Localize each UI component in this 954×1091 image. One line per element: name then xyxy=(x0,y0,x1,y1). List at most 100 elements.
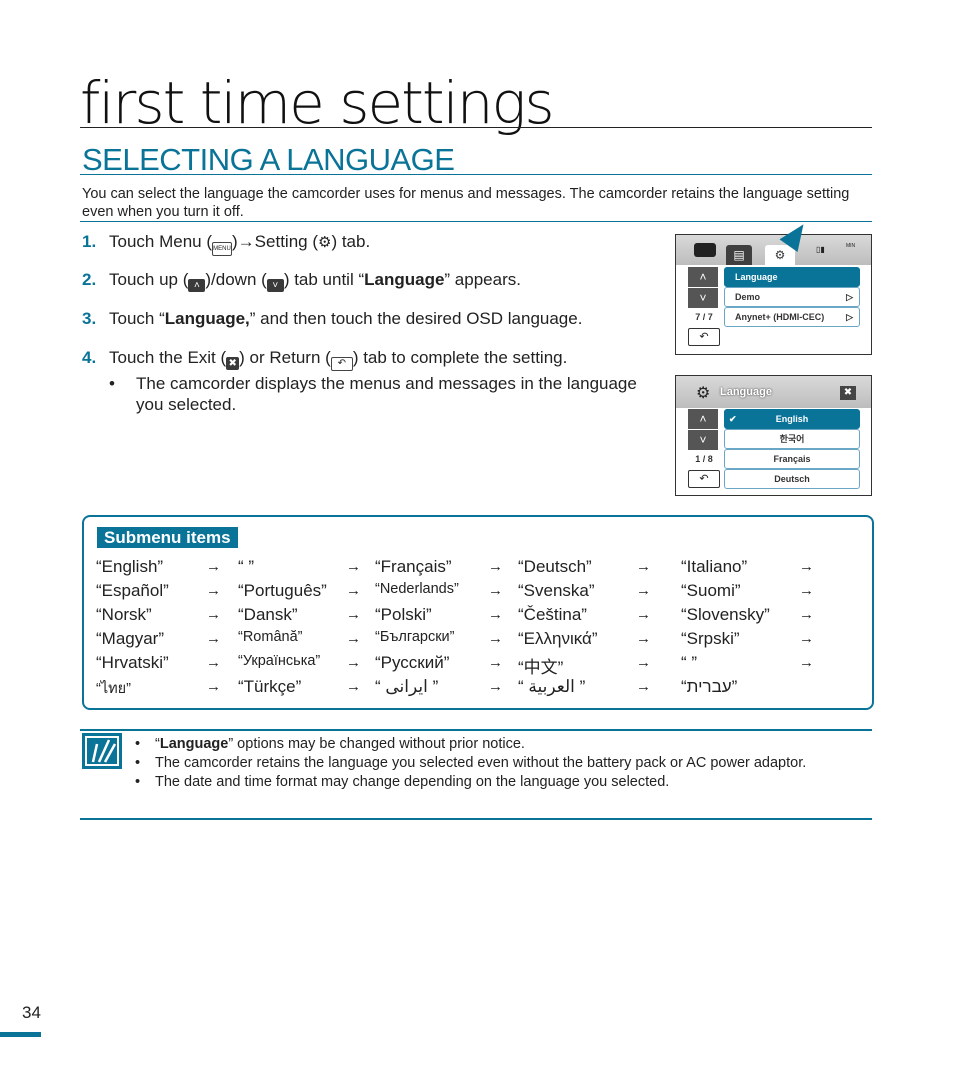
intro-rule xyxy=(80,221,872,222)
bullet-glyph: • xyxy=(135,736,141,752)
arrow-icon: → xyxy=(488,654,503,671)
language-item: “Português” xyxy=(238,581,327,600)
settings-icon: ⚙ xyxy=(696,385,711,402)
arrow-icon: → xyxy=(636,654,651,671)
step-3: 3. Touch “Language,” and then touch the d… xyxy=(82,309,582,329)
bullet-glyph: • xyxy=(135,774,141,790)
note-item: • The camcorder retains the language you … xyxy=(135,754,855,773)
note-rule-bottom xyxy=(80,818,872,820)
menu-icon: MENU xyxy=(212,242,232,256)
language-item: “Български” xyxy=(375,629,455,645)
close-button[interactable]: ✖ xyxy=(840,386,856,400)
language-item: “Suomi” xyxy=(681,581,741,600)
step-text: Setting ( xyxy=(254,232,318,251)
language-item: “Slovensky” xyxy=(681,605,770,624)
play-icon: ▷ xyxy=(846,292,853,302)
return-button[interactable]: ↶ xyxy=(688,328,720,346)
screen-language-menu: ⚙ Language ✖ ˄ ˅ 1 / 8 ↶ ✔ English 한국어 Fr… xyxy=(675,375,872,496)
language-item: “English” xyxy=(96,557,164,576)
arrow-icon: → xyxy=(206,606,221,623)
settings-icon: ⚙ xyxy=(774,248,786,262)
option-label: 한국어 xyxy=(779,434,805,444)
step-text: ” and then touch the desired OSD languag… xyxy=(249,309,583,328)
menu-list-icon: ▤ xyxy=(733,248,745,262)
up-button[interactable]: ˄ xyxy=(688,267,718,287)
down-button[interactable]: ˅ xyxy=(688,430,718,450)
language-option-english[interactable]: ✔ English xyxy=(724,409,860,429)
screen-settings-menu: ▤ ⚙ ▯▮ MIN ˄ ˅ 7 / 7 ↶ Language Demo ▷ An… xyxy=(675,234,872,355)
note-item: • The date and time format may change dep… xyxy=(135,773,855,792)
check-icon: ✔ xyxy=(729,414,737,424)
language-item: “Español” xyxy=(96,581,169,600)
step-bold: Language, xyxy=(164,309,250,328)
language-item: “עברית” xyxy=(681,677,738,696)
language-item: “Čeština” xyxy=(518,605,587,624)
submenu-label: Submenu items xyxy=(97,527,238,548)
arrow-icon: → xyxy=(636,606,651,623)
step-number: 1. xyxy=(82,232,97,251)
up-button[interactable]: ˄ xyxy=(688,409,718,429)
menu-item-label: Demo xyxy=(735,292,761,302)
option-label: English xyxy=(775,414,809,424)
language-option-german[interactable]: Deutsch xyxy=(724,469,860,489)
arrow-icon: → xyxy=(488,558,503,575)
step-4-bullet: • The camcorder displays the menus and m… xyxy=(109,373,649,415)
step-bold: Language xyxy=(364,270,445,289)
language-item: “Srpski” xyxy=(681,629,740,648)
page-bar xyxy=(0,1032,41,1037)
menu-item-demo[interactable]: Demo ▷ xyxy=(724,287,860,307)
arrow-icon: → xyxy=(346,582,361,599)
step-text: Touch “ xyxy=(109,309,165,328)
language-item: “Norsk” xyxy=(96,605,152,624)
chapter-rule xyxy=(80,127,872,128)
step-text: )/down ( xyxy=(205,270,267,289)
language-item: “Nederlands” xyxy=(375,581,459,597)
menu-item-anynet[interactable]: Anynet+ (HDMI-CEC) ▷ xyxy=(724,307,860,327)
arrow-icon: → xyxy=(488,606,503,623)
language-option-french[interactable]: Français xyxy=(724,449,860,469)
arrow-icon: → xyxy=(346,630,361,647)
return-button[interactable]: ↶ xyxy=(688,470,720,488)
language-item: “Türkçe” xyxy=(238,677,302,696)
exit-icon: ✖ xyxy=(226,357,240,370)
menu-item-label: Language xyxy=(735,272,778,282)
battery-icon: ▯▮ xyxy=(816,245,825,254)
arrow-icon: → xyxy=(346,654,361,671)
tab-settings[interactable]: ⚙ xyxy=(765,245,795,265)
language-option-korean[interactable]: 한국어 xyxy=(724,429,860,449)
bullet-text: The camcorder displays the menus and mes… xyxy=(136,374,637,414)
note-text: ” options may be changed without prior n… xyxy=(228,736,525,752)
menu-item-language[interactable]: Language xyxy=(724,267,860,287)
arrow-icon: → xyxy=(206,654,221,671)
play-icon: ▷ xyxy=(846,312,853,322)
step-text: Touch Menu ( xyxy=(109,232,212,251)
language-item: “Română” xyxy=(238,629,303,645)
arrow-icon: → xyxy=(636,630,651,647)
step-number: 2. xyxy=(82,270,97,289)
arrow-icon: → xyxy=(636,678,651,695)
note-bold: Language xyxy=(159,736,229,752)
arrow-icon: → xyxy=(488,630,503,647)
note-text: The camcorder retains the language you s… xyxy=(155,755,807,771)
screen-title: Language xyxy=(720,386,772,398)
tab-menu[interactable]: ▤ xyxy=(726,245,752,265)
option-label: Deutsch xyxy=(774,474,810,484)
language-item: “Русский” xyxy=(375,653,450,672)
language-item: “Français” xyxy=(375,557,452,576)
menu-item-label: Anynet+ (HDMI-CEC) xyxy=(735,312,825,322)
camera-icon xyxy=(694,243,716,257)
arrow-icon: → xyxy=(488,582,503,599)
step-text: ) tab until “ xyxy=(283,270,365,289)
down-button[interactable]: ˅ xyxy=(688,288,718,308)
step-4: 4. Touch the Exit (✖) or Return (↶) tab t… xyxy=(82,348,567,371)
step-number: 4. xyxy=(82,348,97,367)
section-rule xyxy=(80,174,872,175)
arrow-icon: → xyxy=(799,582,814,599)
up-arrow-icon: ˄ xyxy=(188,279,206,292)
submenu-items-box: Submenu items “English” → “ ” → “Français” → “… xyxy=(82,515,874,710)
step-2: 2. Touch up (˄)/down (˅) tab until “Langu… xyxy=(82,270,521,292)
bullet-glyph: • xyxy=(135,755,141,771)
step-text: ) tab to complete the setting. xyxy=(352,348,568,367)
bullet-glyph: • xyxy=(109,374,115,393)
page-number: 34 xyxy=(22,1003,41,1022)
